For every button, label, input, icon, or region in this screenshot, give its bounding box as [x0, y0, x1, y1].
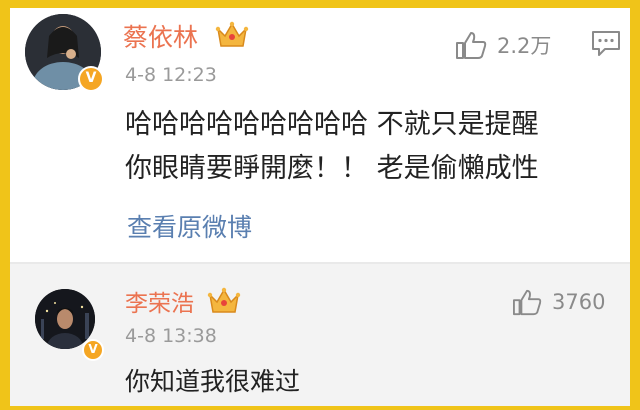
- verified-badge: V: [82, 339, 104, 361]
- comment-text: 哈哈哈哈哈哈哈哈哈 不就只是提醒 你眼睛要睜開麼！！ 老是偷懶成性: [125, 103, 539, 191]
- comment-list: V 蔡依林 4-8 12:23 2.2万 哈哈哈哈哈哈哈哈哈 不就只是提醒 你眼…: [10, 8, 630, 406]
- like-count: 3760: [552, 290, 606, 314]
- comment-item: [10, 264, 630, 406]
- thumbs-up-icon: [456, 32, 487, 59]
- view-original-link[interactable]: 查看原微博: [127, 208, 252, 244]
- author-name[interactable]: 蔡依林: [123, 18, 198, 54]
- verified-badge: V: [78, 66, 104, 92]
- crown-icon: [207, 286, 241, 320]
- comment-icon[interactable]: [591, 29, 621, 61]
- comment-time: 4-8 12:23: [125, 64, 217, 86]
- comment-time: 4-8 13:38: [125, 325, 217, 347]
- crown-icon: [215, 20, 249, 54]
- comment-item: V 蔡依林 4-8 12:23 2.2万 哈哈哈哈哈哈哈哈哈 不就只是提醒 你眼…: [10, 8, 630, 262]
- like-button[interactable]: 3760: [512, 288, 605, 316]
- author-name[interactable]: 李荣浩: [125, 284, 194, 318]
- comment-text: 你知道我很难过: [125, 367, 301, 396]
- like-count: 2.2万: [497, 34, 552, 58]
- comment-text-line: 你眼睛要睜開麼！！ 老是偷懶成性: [125, 153, 539, 184]
- comment-text-line: 哈哈哈哈哈哈哈哈哈 不就只是提醒: [125, 109, 539, 140]
- like-button[interactable]: 2.2万: [455, 30, 551, 60]
- thumbs-up-icon: [513, 289, 542, 316]
